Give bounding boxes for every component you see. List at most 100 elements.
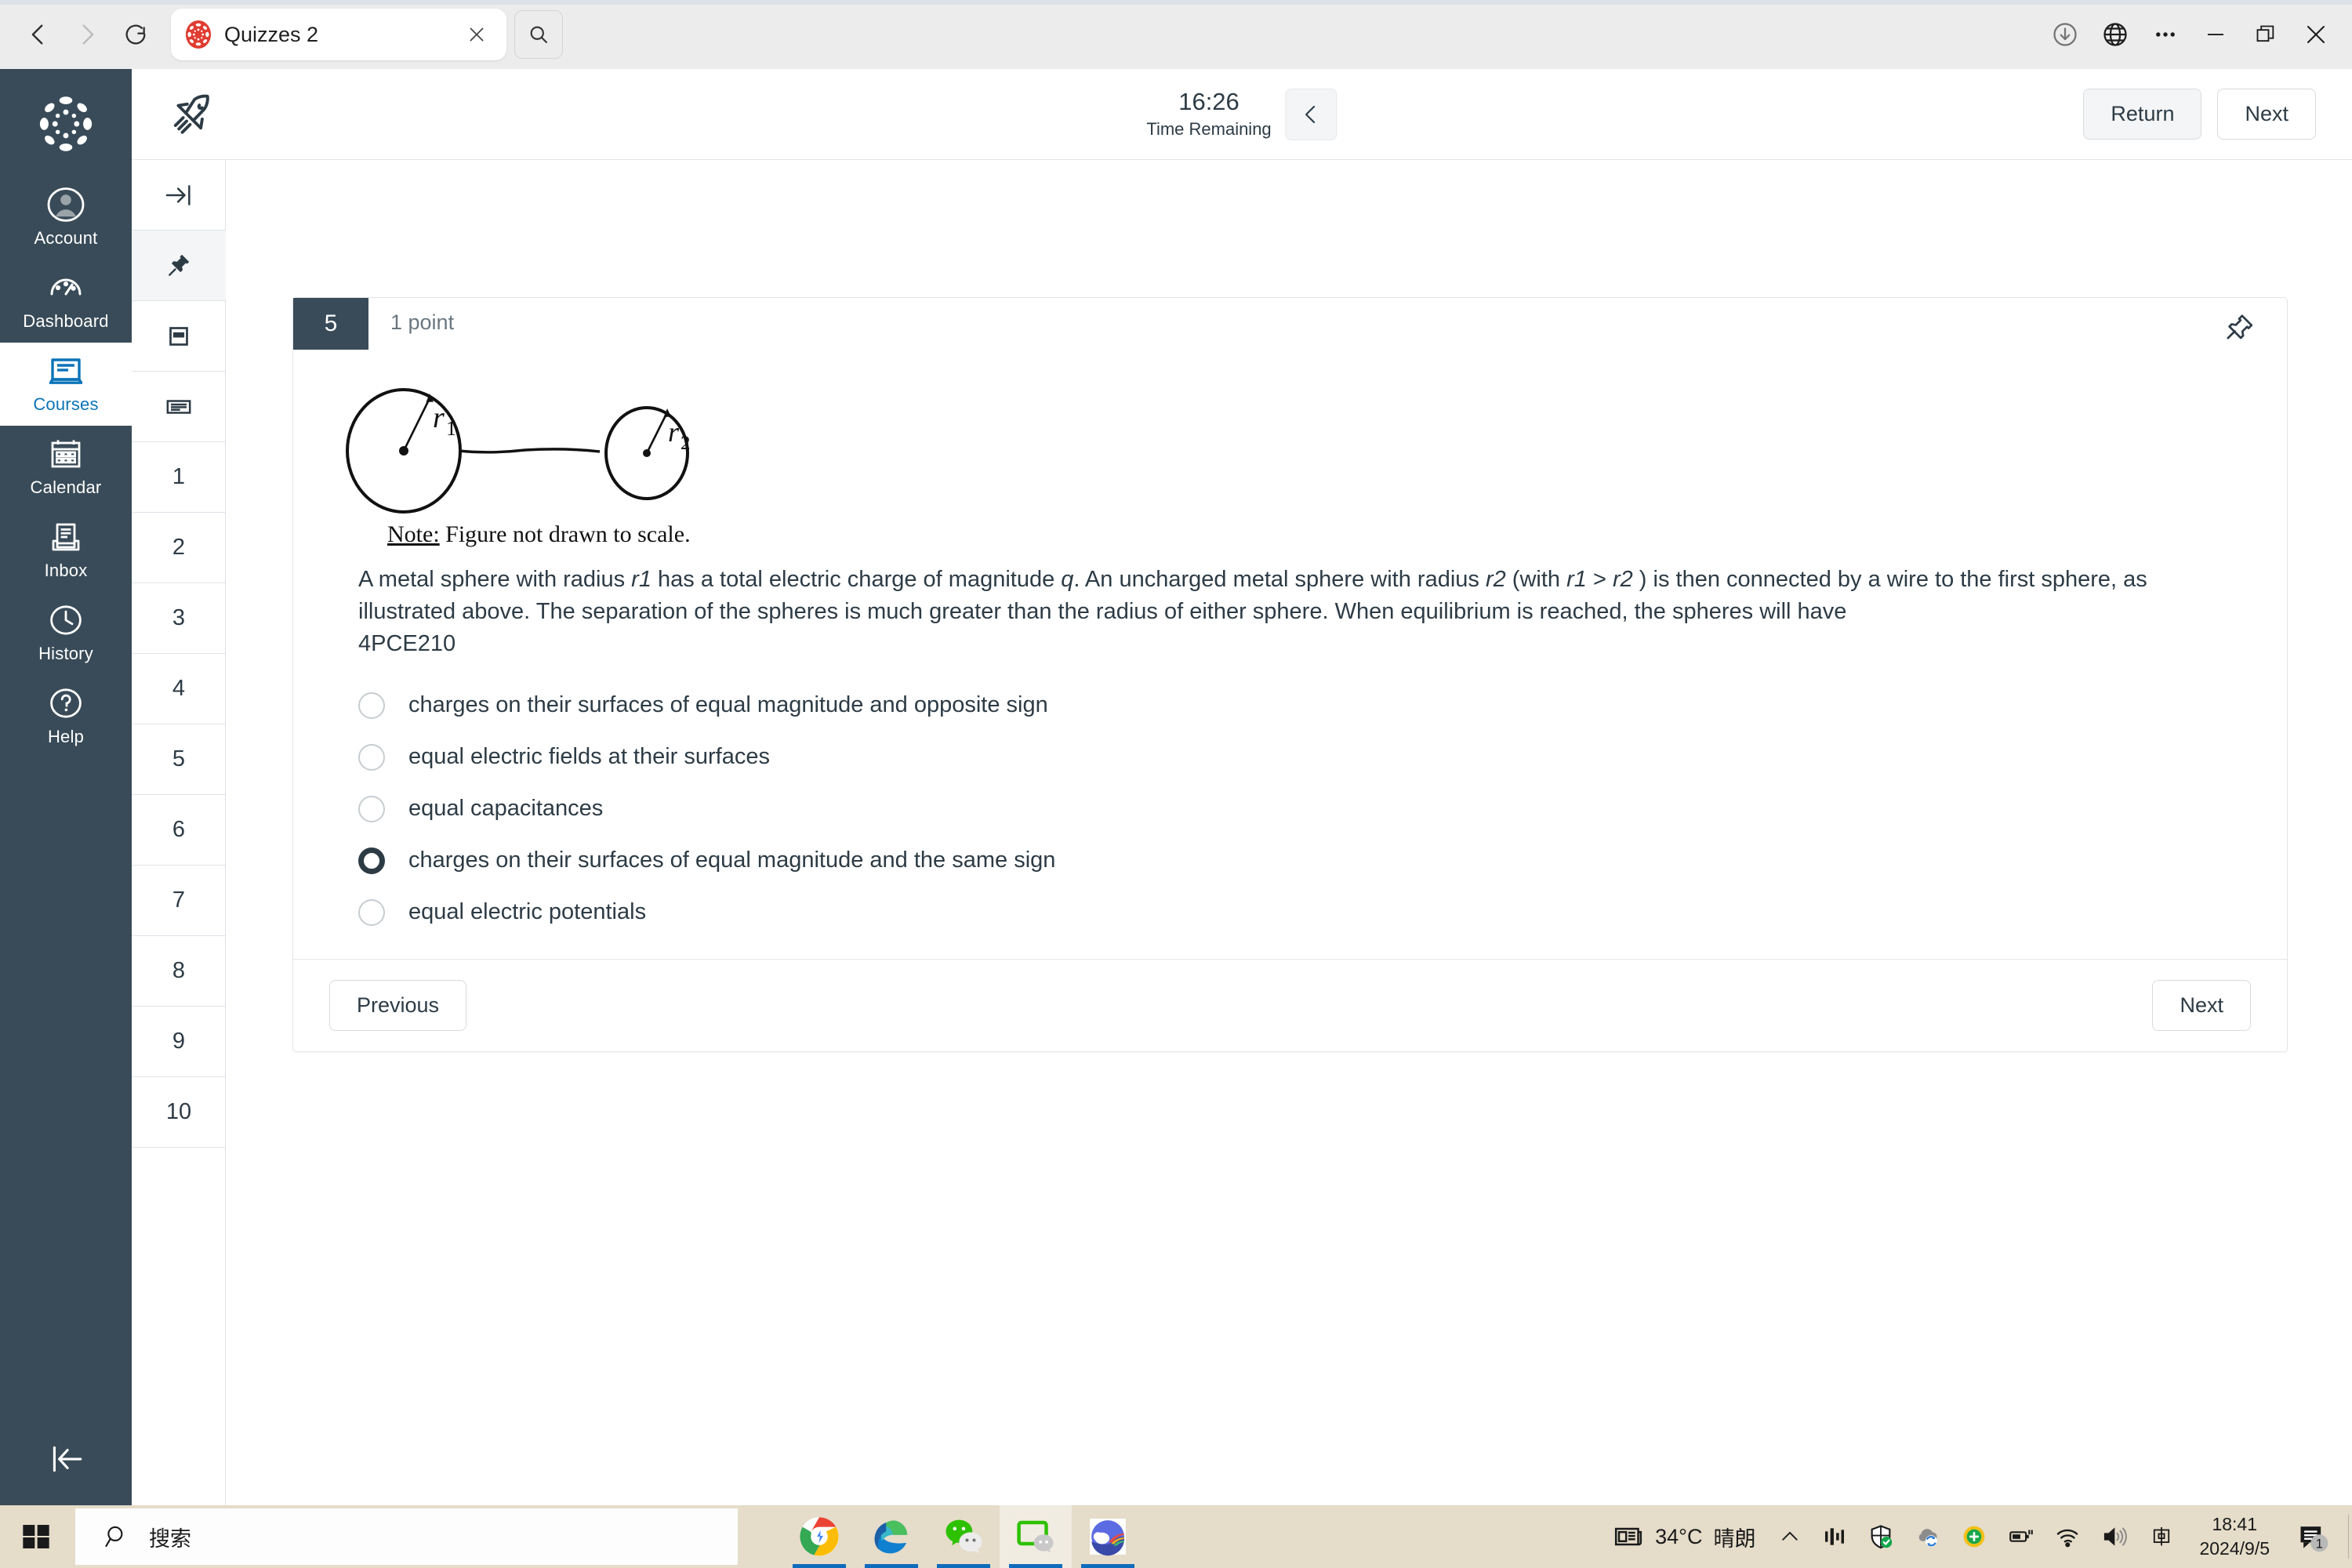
answer-options: charges on their surfaces of equal magni… bbox=[293, 661, 2287, 959]
windows-start-icon[interactable] bbox=[0, 1505, 72, 1568]
question-points: 1 point bbox=[390, 310, 455, 334]
taskbar-apps bbox=[783, 1505, 1144, 1568]
question-nav-4[interactable]: 4 bbox=[132, 654, 226, 724]
answer-option-3[interactable]: equal capacitances bbox=[358, 783, 2287, 835]
browser-tab[interactable]: Quizzes 2 bbox=[171, 9, 506, 60]
return-button[interactable]: Return bbox=[2083, 89, 2202, 140]
search-icon bbox=[530, 26, 547, 43]
tab-title: Quizzes 2 bbox=[224, 22, 319, 46]
question-nav-filler bbox=[132, 1148, 226, 1508]
app-active-underline bbox=[1009, 1564, 1062, 1568]
plus-circle-icon[interactable] bbox=[1951, 1505, 1997, 1568]
sidebar-item-courses[interactable]: Courses bbox=[0, 343, 132, 426]
wechat-devtools-icon[interactable] bbox=[1000, 1505, 1072, 1568]
downloads-icon[interactable] bbox=[2040, 10, 2090, 59]
monitor-bars-icon[interactable] bbox=[1812, 1505, 1857, 1568]
qt-r2b: r2 bbox=[1612, 567, 1633, 592]
weather-widget[interactable]: 34°C 晴朗 bbox=[1600, 1521, 1768, 1552]
globe-icon[interactable] bbox=[2090, 10, 2140, 59]
question-nav-7[interactable]: 7 bbox=[132, 866, 226, 936]
answer-option-label: charges on their surfaces of equal magni… bbox=[408, 848, 1056, 873]
weather-app-icon[interactable] bbox=[1072, 1505, 1144, 1568]
pin-icon-nav[interactable] bbox=[132, 230, 226, 301]
question-block-icon[interactable] bbox=[132, 301, 226, 372]
question-nav-2[interactable]: 2 bbox=[132, 513, 226, 583]
previous-button[interactable]: Previous bbox=[329, 979, 467, 1031]
answer-option-4[interactable]: charges on their surfaces of equal magni… bbox=[358, 835, 2287, 887]
calendar-icon bbox=[47, 435, 85, 473]
close-window-icon[interactable] bbox=[2291, 10, 2341, 59]
more-options-icon[interactable] bbox=[2140, 10, 2190, 59]
question-nav-9[interactable]: 9 bbox=[132, 1007, 226, 1077]
quiz-header: 16:26 Time Remaining Return Next bbox=[132, 69, 2352, 160]
question-nav-8[interactable]: 8 bbox=[132, 936, 226, 1007]
taskbar-clock[interactable]: 18:41 2024/9/5 bbox=[2185, 1512, 2284, 1561]
rocket-icon[interactable] bbox=[168, 90, 216, 139]
question-nav-6[interactable]: 6 bbox=[132, 795, 226, 866]
question-mark-icon bbox=[47, 684, 85, 722]
security-shield-icon[interactable] bbox=[1857, 1505, 1904, 1568]
timer-toggle-button[interactable] bbox=[1285, 88, 1338, 140]
sidebar-item-help[interactable]: Help bbox=[0, 675, 132, 758]
restore-icon[interactable] bbox=[2241, 10, 2291, 59]
collapse-left-icon[interactable] bbox=[0, 1439, 132, 1479]
question-number-badge: 5 bbox=[293, 298, 368, 350]
user-avatar-icon bbox=[47, 186, 85, 223]
ime-chinese-icon[interactable] bbox=[2138, 1505, 2185, 1568]
radio-button[interactable] bbox=[358, 691, 385, 719]
radio-button-selected[interactable] bbox=[358, 847, 385, 874]
clock-time: 18:41 bbox=[2212, 1513, 2258, 1534]
sidebar-item-dashboard[interactable]: Dashboard bbox=[0, 260, 132, 343]
collapse-panel-icon[interactable] bbox=[132, 160, 226, 230]
answer-option-2[interactable]: equal electric fields at their surfaces bbox=[358, 731, 2287, 783]
next-button-bottom[interactable]: Next bbox=[2152, 979, 2251, 1031]
reload-icon[interactable] bbox=[111, 10, 160, 59]
tray-divider bbox=[2348, 1515, 2349, 1559]
tab-search-button[interactable] bbox=[514, 10, 563, 59]
radio-button[interactable] bbox=[358, 795, 385, 822]
chrome-icon[interactable] bbox=[783, 1505, 855, 1568]
radio-button[interactable] bbox=[358, 743, 385, 771]
question-nav-5[interactable]: 5 bbox=[132, 724, 226, 795]
figure-note: Note: Figure not drawn to scale. bbox=[387, 521, 2287, 548]
taskbar-search-box[interactable]: 搜索 bbox=[75, 1508, 738, 1565]
notification-icon[interactable]: 1 bbox=[2284, 1505, 2343, 1568]
timer-text: 16:26 Time Remaining bbox=[1146, 89, 1271, 139]
sidebar-item-inbox[interactable]: Inbox bbox=[0, 509, 132, 592]
sidebar-item-calendar[interactable]: Calendar bbox=[0, 426, 132, 509]
figure-note-text: Figure not drawn to scale. bbox=[439, 521, 691, 547]
timer-label: Time Remaining bbox=[1146, 118, 1272, 139]
inbox-tray-icon bbox=[47, 518, 85, 556]
wifi-icon[interactable] bbox=[2044, 1505, 2091, 1568]
quiz-content: 5 1 point r 1 r 2 Note: Figure not drawn… bbox=[226, 160, 2352, 1505]
qt-q: q bbox=[1061, 567, 1074, 592]
close-icon[interactable] bbox=[461, 19, 492, 50]
text-block-icon[interactable] bbox=[132, 372, 226, 442]
answer-option-1[interactable]: charges on their surfaces of equal magni… bbox=[358, 680, 2287, 731]
back-arrow-icon[interactable] bbox=[14, 10, 63, 59]
edge-icon[interactable] bbox=[855, 1505, 927, 1568]
qt-d: (with bbox=[1505, 567, 1567, 592]
chevron-up-icon[interactable] bbox=[1768, 1505, 1812, 1568]
forward-arrow-icon[interactable] bbox=[63, 10, 111, 59]
question-nav-3[interactable]: 3 bbox=[132, 583, 226, 654]
answer-option-5[interactable]: equal electric potentials bbox=[358, 887, 2287, 938]
timer-value: 16:26 bbox=[1178, 88, 1240, 116]
canvas-logo-icon[interactable] bbox=[30, 88, 102, 164]
onedrive-sync-icon[interactable] bbox=[1904, 1505, 1951, 1568]
volume-icon[interactable] bbox=[2091, 1505, 2138, 1568]
battery-plug-icon[interactable] bbox=[1997, 1505, 2044, 1568]
minimize-icon[interactable] bbox=[2190, 10, 2241, 59]
pin-icon[interactable] bbox=[2223, 312, 2254, 347]
sidebar-item-history[interactable]: History bbox=[0, 592, 132, 675]
wechat-icon[interactable] bbox=[927, 1505, 1000, 1568]
next-button-top[interactable]: Next bbox=[2217, 89, 2316, 140]
sidebar-item-account[interactable]: Account bbox=[0, 176, 132, 260]
question-nav-1[interactable]: 1 bbox=[132, 442, 226, 513]
sidebar-item-label: Courses bbox=[33, 394, 99, 414]
radio-button[interactable] bbox=[358, 898, 385, 926]
answer-option-label: equal electric potentials bbox=[408, 899, 647, 925]
tray-temperature: 34°C bbox=[1655, 1524, 1703, 1548]
app-active-underline bbox=[865, 1564, 918, 1568]
question-nav-10[interactable]: 10 bbox=[132, 1077, 226, 1148]
